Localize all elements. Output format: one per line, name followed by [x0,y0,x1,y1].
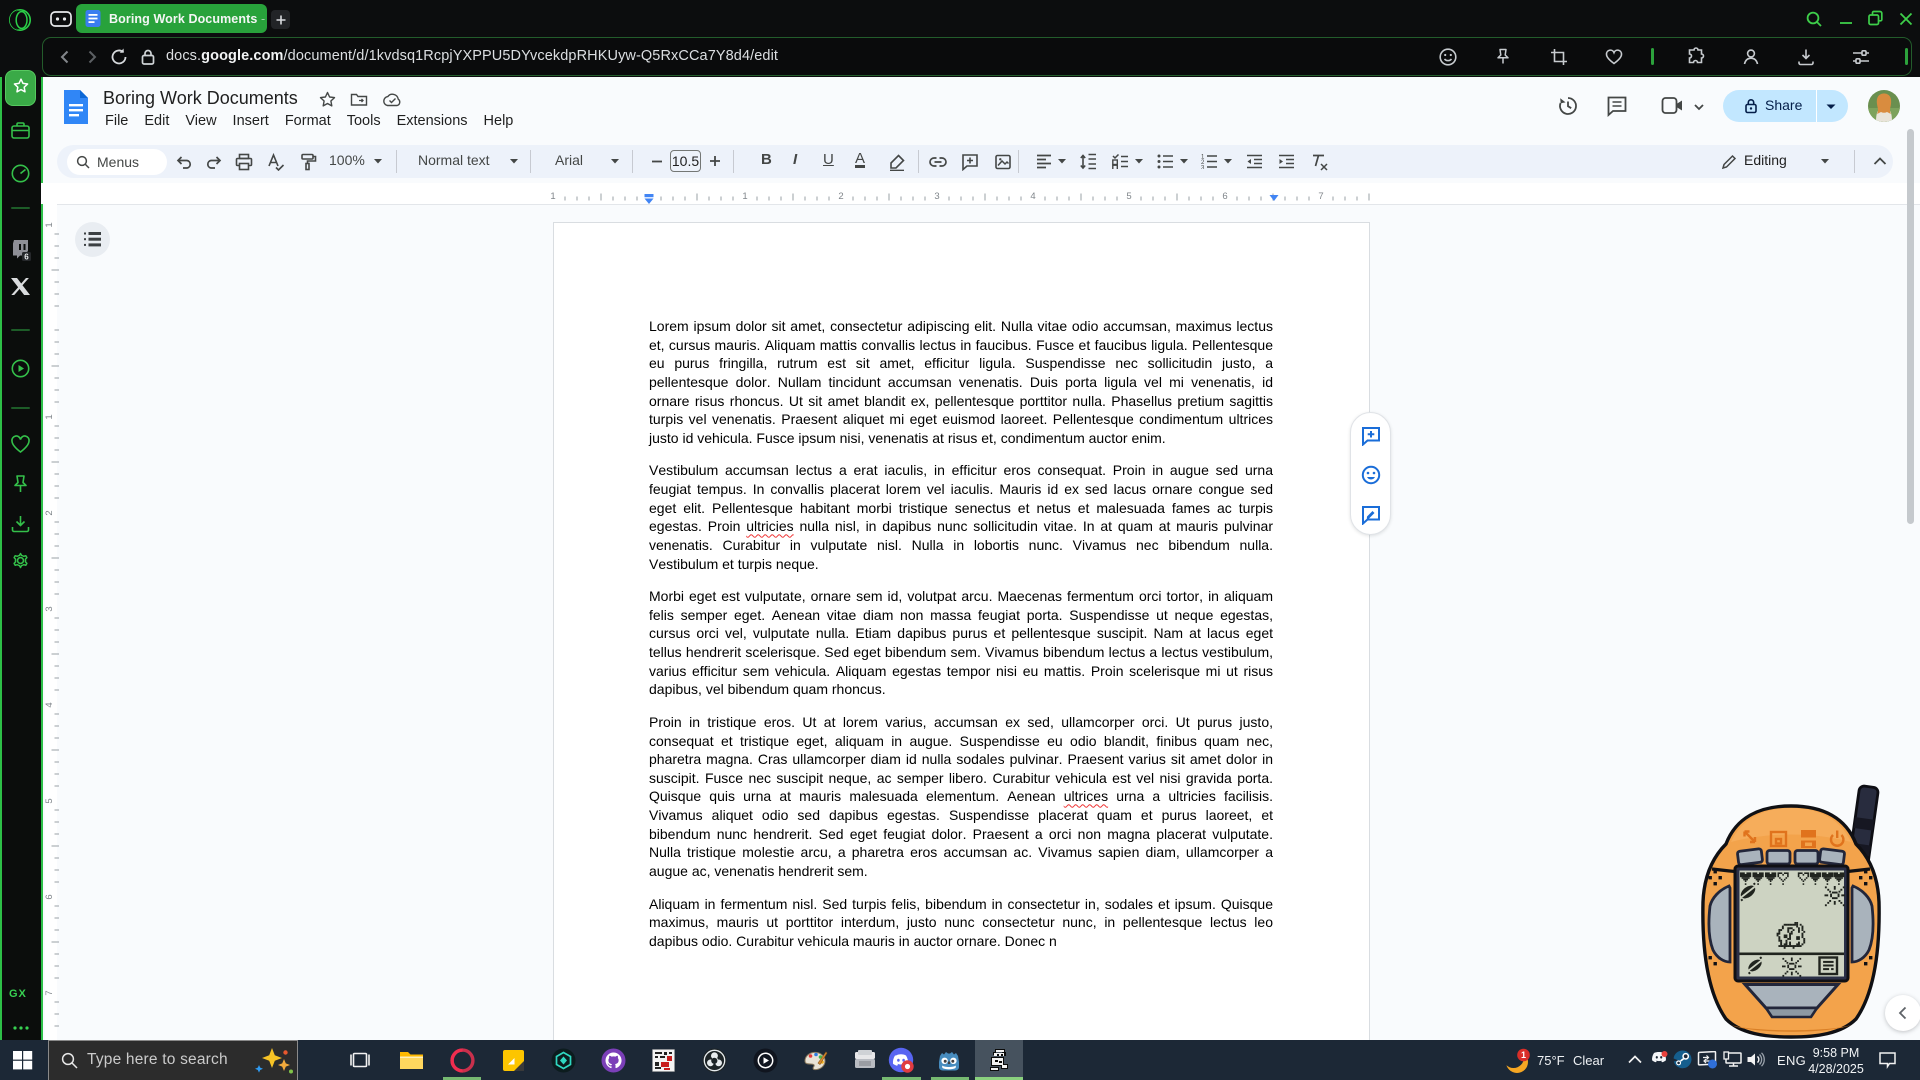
svg-text:1: 1 [45,222,55,227]
svg-text:5: 5 [45,798,55,803]
svg-text:1: 1 [742,191,747,202]
svg-text:4: 4 [1030,191,1035,202]
svg-text:6: 6 [1222,191,1227,202]
svg-text:1: 1 [1521,1050,1526,1060]
svg-text:4: 4 [45,702,55,707]
svg-text:6: 6 [45,894,55,899]
svg-text:1: 1 [550,191,555,202]
svg-text:3: 3 [934,191,939,202]
svg-text:2: 2 [838,191,843,202]
svg-text:2: 2 [45,510,55,515]
svg-text:1: 1 [45,414,55,419]
svg-text:5: 5 [1126,191,1131,202]
svg-text:3: 3 [1201,166,1205,170]
svg-text:7: 7 [45,990,55,995]
svg-text:7: 7 [1318,191,1323,202]
svg-text:3: 3 [45,606,55,611]
svg-text:6: 6 [24,252,29,261]
